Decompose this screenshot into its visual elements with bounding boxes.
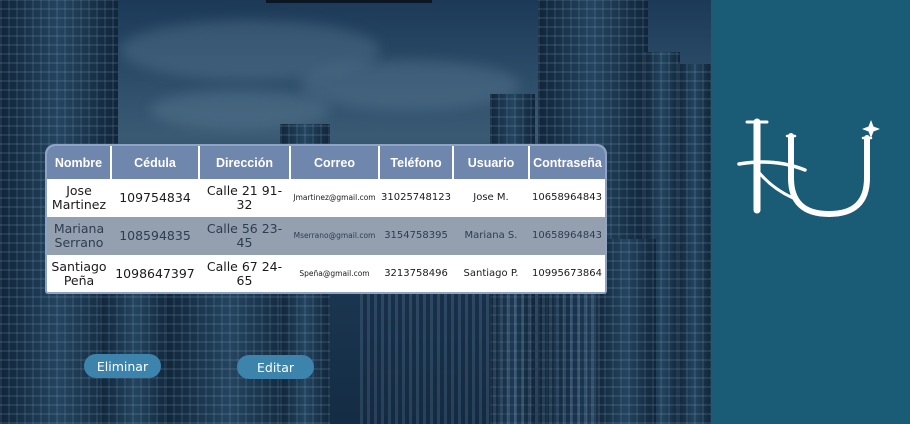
- cell-nombre: Santiago Peña: [51, 259, 107, 288]
- table-row-selected[interactable]: Mariana Serrano 108594835 Calle 56 23-45…: [47, 217, 605, 255]
- cell-nombre: Mariana Serrano: [47, 217, 111, 255]
- cell-correo: Mserrano@gmail.com: [290, 217, 379, 255]
- column-header-direccion[interactable]: Dirección: [199, 146, 291, 179]
- column-header-telefono[interactable]: Teléfono: [379, 146, 454, 179]
- cell-telefono: 3213758496: [384, 268, 448, 279]
- table-header: Nombre Cédula Dirección Correo Teléfono …: [47, 146, 605, 179]
- cell-direccion: Calle 67 24-65: [206, 259, 283, 288]
- cell-cedula: 108594835: [111, 217, 199, 255]
- cell-correo: Speña@gmail.com: [299, 269, 370, 278]
- hu-logo-icon: [737, 118, 880, 218]
- edit-button[interactable]: Editar: [237, 355, 314, 379]
- cell-direccion: Calle 56 23-45: [199, 217, 290, 255]
- cell-usuario: Jose M.: [473, 192, 509, 203]
- cell-nombre: Jose Martinez: [51, 183, 107, 212]
- table-row[interactable]: Santiago Peña 1098647397 Calle 67 24-65 …: [47, 255, 605, 292]
- cell-correo: Jmartinez@gmail.com: [293, 193, 376, 202]
- cell-direccion: Calle 21 91-32: [206, 183, 283, 212]
- column-header-cedula[interactable]: Cédula: [111, 146, 200, 179]
- cell-cedula: 1098647397: [115, 266, 195, 281]
- column-header-correo[interactable]: Correo: [290, 146, 380, 179]
- cell-usuario: Santiago P.: [463, 268, 519, 279]
- table-row[interactable]: Jose Martinez 109754834 Calle 21 91-32 J…: [47, 179, 605, 217]
- column-header-usuario[interactable]: Usuario: [453, 146, 530, 179]
- cell-usuario: Mariana S.: [453, 217, 529, 255]
- cell-cedula: 109754834: [119, 190, 191, 205]
- users-table: Nombre Cédula Dirección Correo Teléfono …: [45, 144, 607, 294]
- cell-contrasena: 10995673864: [532, 268, 602, 279]
- column-header-nombre[interactable]: Nombre: [47, 146, 112, 179]
- cell-contrasena: 10658964843: [532, 192, 602, 203]
- delete-button[interactable]: Eliminar: [84, 354, 161, 378]
- column-header-contrasena[interactable]: Contraseña: [529, 146, 605, 179]
- cell-telefono: 3154758395: [379, 217, 453, 255]
- cell-telefono: 31025748123: [381, 192, 451, 203]
- cell-contrasena: 10658964843: [529, 217, 605, 255]
